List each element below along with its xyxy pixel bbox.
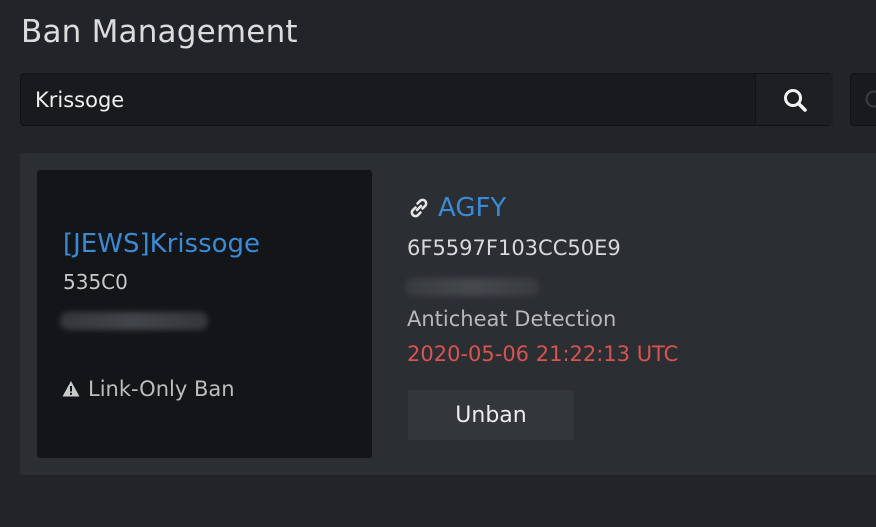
search-input[interactable] (21, 74, 755, 125)
link-icon (410, 198, 428, 218)
player-code: 535C0 (63, 270, 128, 292)
unban-button[interactable]: Unban (407, 389, 575, 441)
warning-icon (62, 381, 80, 397)
search-icon (865, 90, 876, 108)
ban-date: 2020-05-06 21:22:13 UTC (407, 342, 679, 366)
search-icon (783, 88, 807, 112)
redacted-ip-address (405, 278, 539, 296)
team-name: AGFY (438, 193, 507, 223)
team-link[interactable]: AGFY (406, 193, 506, 223)
search-button[interactable] (755, 74, 833, 125)
redacted-ip (60, 312, 208, 330)
ban-type-label: Link-Only Ban (88, 377, 235, 401)
search-bar (20, 73, 833, 126)
ban-type: Link-Only Ban (62, 377, 235, 401)
player-guid: 6F5597F103CC50E9 (407, 236, 621, 260)
secondary-search-input[interactable] (850, 73, 876, 126)
page-title: Ban Management (21, 14, 298, 50)
player-name-link[interactable]: [JEWS]Krissoge (63, 229, 260, 259)
ban-reason: Anticheat Detection (407, 307, 617, 331)
